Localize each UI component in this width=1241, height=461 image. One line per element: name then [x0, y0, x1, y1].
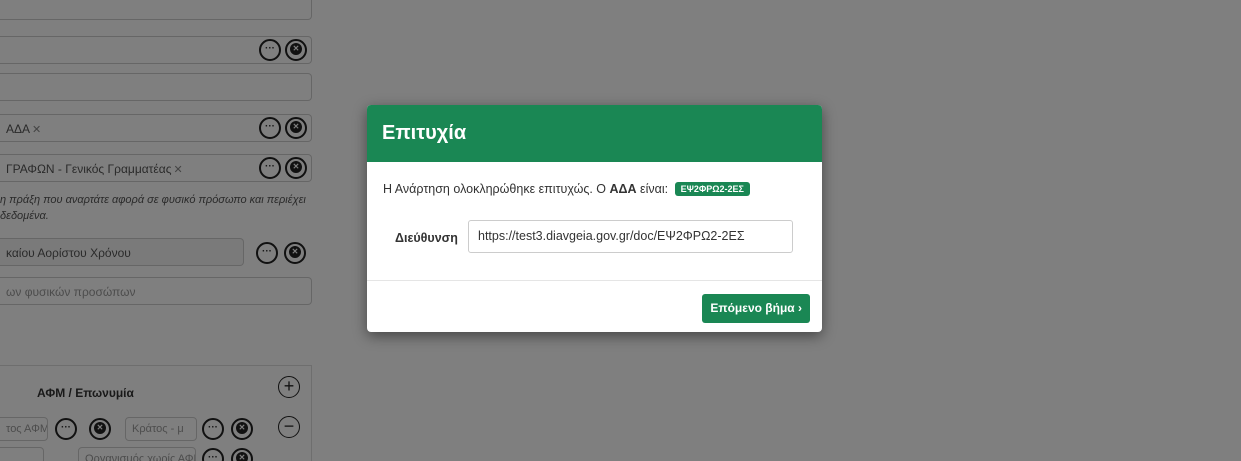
- next-step-button[interactable]: Επόμενο βήμα ›: [702, 294, 810, 323]
- ada-badge: ΕΨ2ΦΡΩ2-2ΕΣ: [674, 182, 750, 196]
- message-text: Η Ανάρτηση ολοκληρώθηκε επιτυχώς. Ο: [383, 182, 610, 196]
- modal-title: Επιτυχία: [367, 105, 822, 162]
- success-modal: Επιτυχία Η Ανάρτηση ολοκληρώθηκε επιτυχώ…: [367, 105, 822, 332]
- message-ada-label: ΑΔΑ: [609, 182, 637, 196]
- message-text-end: είναι:: [636, 182, 672, 196]
- success-message: Η Ανάρτηση ολοκληρώθηκε επιτυχώς. Ο ΑΔΑ …: [383, 182, 750, 196]
- modal-body: Η Ανάρτηση ολοκληρώθηκε επιτυχώς. Ο ΑΔΑ …: [367, 162, 822, 281]
- url-label: Διεύθυνση: [395, 231, 458, 245]
- url-field[interactable]: https://test3.diavgeia.gov.gr/doc/ΕΨ2ΦΡΩ…: [468, 220, 793, 253]
